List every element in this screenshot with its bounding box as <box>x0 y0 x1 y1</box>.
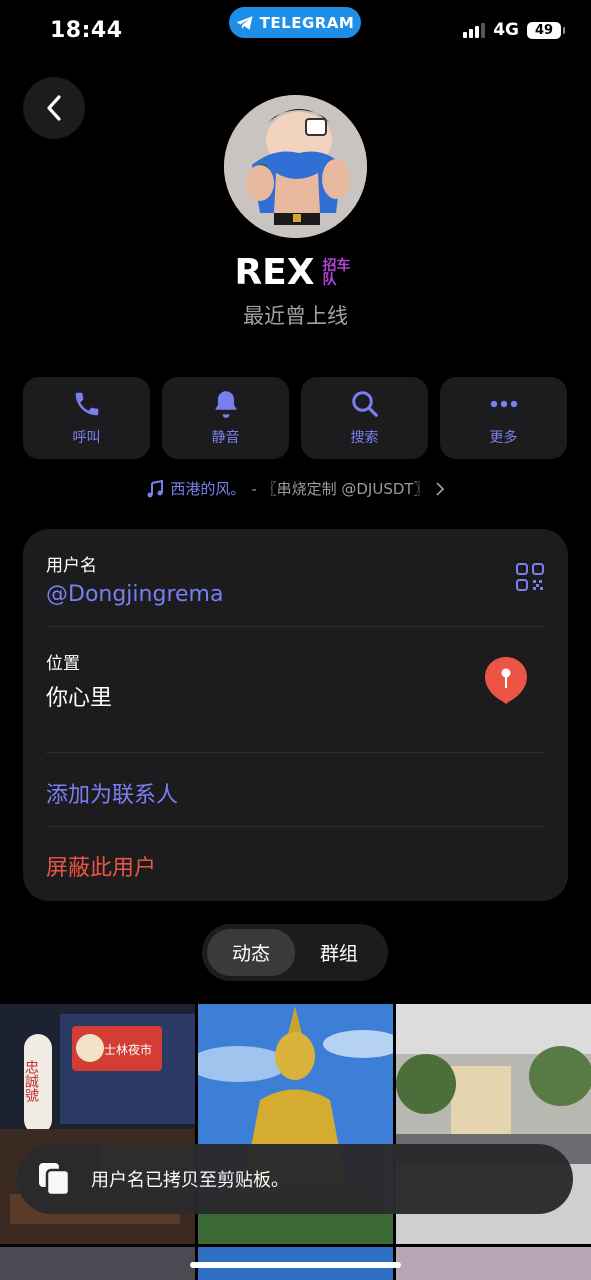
music-note-icon <box>147 479 164 497</box>
network-type: 4G <box>493 20 519 40</box>
status-time: 18:44 <box>50 18 123 43</box>
emoji-status-badge[interactable]: 招车队 <box>323 259 357 287</box>
profile-music[interactable]: 西港的风。 - 〖串烧定制 @DJUSDT〗 <box>0 478 591 499</box>
media-tabs: 动态 群组 <box>202 924 388 981</box>
add-contact-button[interactable]: 添加为联系人 <box>46 777 178 809</box>
location-value: 你心里 <box>46 686 113 711</box>
telegram-pill[interactable]: TELEGRAM <box>229 7 361 38</box>
last-seen-status: 最近曾上线 <box>243 304 348 328</box>
call-button[interactable]: 呼叫 <box>23 377 150 459</box>
battery-level: 49 <box>534 22 554 38</box>
location-map-button[interactable] <box>483 655 529 709</box>
qr-code-icon <box>516 563 544 591</box>
music-artist: - 〖串烧定制 @DJUSDT〗 <box>251 480 429 498</box>
username-row[interactable]: 用户名 @Dongjingrema <box>46 551 223 607</box>
tab-groups[interactable]: 群组 <box>295 929 383 976</box>
location-row[interactable]: 位置 你心里 <box>46 649 112 712</box>
username-label: 用户名 <box>46 556 97 576</box>
more-icon <box>490 400 517 408</box>
location-label: 位置 <box>46 654 80 674</box>
shop-sign: 忠誠號 <box>23 1060 39 1103</box>
phone-icon <box>75 392 98 416</box>
call-label: 呼叫 <box>72 430 101 446</box>
search-label: 搜索 <box>350 430 379 446</box>
username-value[interactable]: @Dongjingrema <box>46 582 223 607</box>
tab-posts[interactable]: 动态 <box>207 929 295 976</box>
status-indicators: 4G 49 <box>463 20 565 40</box>
divider <box>46 626 545 627</box>
toast-message: 用户名已拷贝至剪贴板。 <box>91 1170 289 1191</box>
bell-icon <box>215 391 236 418</box>
media-thumbnail[interactable] <box>396 1247 591 1280</box>
copied-toast: 用户名已拷贝至剪贴板。 <box>17 1144 573 1214</box>
more-button[interactable]: 更多 <box>440 377 567 459</box>
chevron-left-icon <box>47 95 61 121</box>
profile-avatar[interactable] <box>224 95 367 238</box>
home-indicator[interactable] <box>190 1262 401 1268</box>
search-icon <box>351 391 378 417</box>
mute-button[interactable]: 静音 <box>162 377 289 459</box>
profile-name: REX <box>234 252 315 293</box>
copy-icon <box>39 1163 71 1197</box>
more-label: 更多 <box>489 430 518 446</box>
media-thumbnail[interactable] <box>0 1247 195 1280</box>
telegram-pill-label: TELEGRAM <box>259 13 355 32</box>
action-buttons: 呼叫 静音 搜索 更多 <box>23 377 568 459</box>
back-button[interactable] <box>23 77 85 139</box>
battery-icon: 49 <box>527 21 565 39</box>
chevron-right-icon <box>435 481 444 496</box>
night-market-sign: 士林夜市 <box>104 1042 152 1057</box>
telegram-icon <box>236 15 253 30</box>
signal-icon <box>463 22 486 38</box>
info-card: 用户名 @Dongjingrema 位置 你心里 添加为联系人 屏蔽此用户 <box>23 529 568 901</box>
divider <box>46 826 545 827</box>
map-pin-icon <box>485 657 527 704</box>
profile-name-row: REX 招车队 <box>0 252 591 293</box>
music-song: 西港的风。 <box>170 480 246 498</box>
divider <box>46 752 545 753</box>
search-button[interactable]: 搜索 <box>301 377 428 459</box>
block-user-button[interactable]: 屏蔽此用户 <box>46 850 156 882</box>
qr-code-button[interactable] <box>515 562 545 596</box>
mute-label: 静音 <box>211 430 240 446</box>
